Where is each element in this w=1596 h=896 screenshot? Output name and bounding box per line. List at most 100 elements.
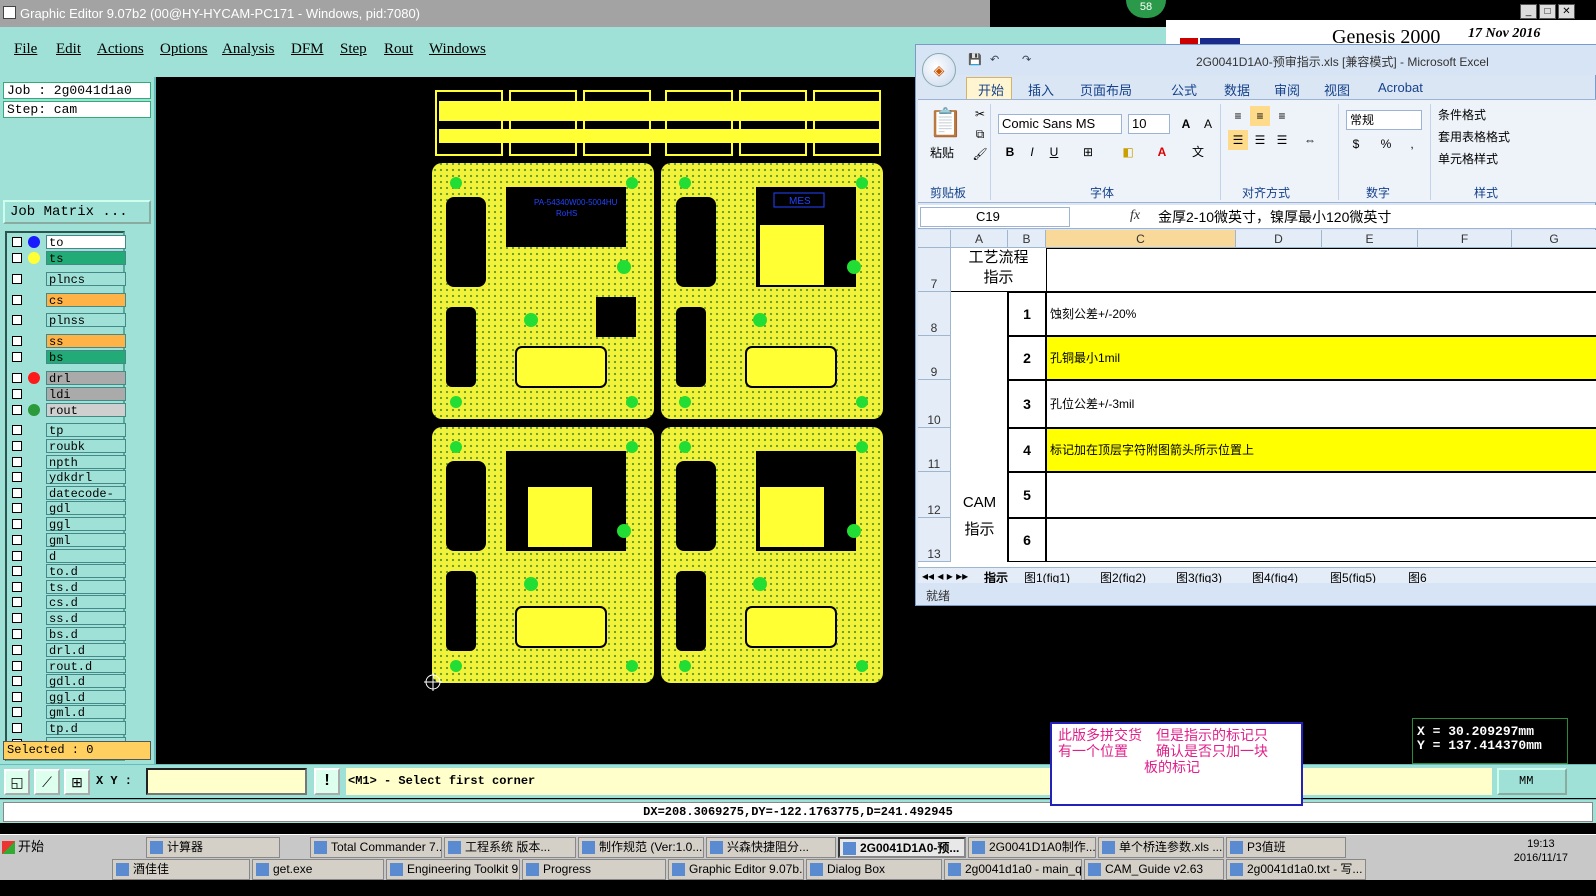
layer-name[interactable]: plnss <box>46 313 126 328</box>
layer-checkbox[interactable] <box>12 315 22 325</box>
grow-font-icon[interactable]: A <box>1176 114 1196 134</box>
layer-color-icon[interactable] <box>28 372 40 384</box>
taskbar-button[interactable]: Progress <box>522 859 666 880</box>
layer-row[interactable]: bs.d <box>10 627 126 642</box>
layer-row[interactable]: ts <box>10 251 126 266</box>
layer-checkbox[interactable] <box>12 723 22 733</box>
ribbon-tab[interactable]: 审阅 <box>1274 80 1300 99</box>
spreadsheet-grid[interactable]: A B C D E F G 7 8 1 蚀刻公差+/-20% 9 2 孔铜最小1mil 10 3 孔位公差+/-… <box>918 230 1596 570</box>
font-color-icon[interactable]: A <box>1152 142 1172 162</box>
layer-name[interactable]: ts.d <box>46 580 126 595</box>
layer-name[interactable]: cs.d <box>46 595 126 610</box>
taskbar-button[interactable]: 制作规范 (Ver:1.0... <box>578 837 704 858</box>
column-header[interactable]: A <box>951 230 1008 248</box>
cell-item-number[interactable]: 6 <box>1008 518 1046 562</box>
layer-checkbox[interactable] <box>12 253 22 263</box>
layer-checkbox[interactable] <box>12 274 22 284</box>
start-button[interactable]: 开始 <box>0 837 45 859</box>
taskbar-button[interactable]: get.exe <box>252 859 384 880</box>
clock[interactable]: 19:13 2016/11/17 <box>1514 837 1568 865</box>
layer-checkbox[interactable] <box>12 336 22 346</box>
column-header[interactable]: F <box>1418 230 1512 248</box>
undo-icon[interactable]: ↶ <box>990 53 1004 67</box>
layer-row[interactable]: plncs <box>10 272 126 287</box>
paste-icon[interactable]: 📋 <box>928 106 963 139</box>
bold-icon[interactable]: B <box>1000 142 1020 162</box>
taskbar-button[interactable]: 工程系统 版本... <box>444 837 576 858</box>
column-header[interactable]: G <box>1512 230 1596 248</box>
layer-row[interactable]: ts.d <box>10 580 126 595</box>
layer-row[interactable]: ggl.d <box>10 690 126 705</box>
maximize-button[interactable]: □ <box>1539 4 1556 19</box>
layer-checkbox[interactable] <box>12 441 22 451</box>
select-all-corner[interactable] <box>918 230 951 248</box>
menu-options[interactable]: Options <box>160 41 208 58</box>
align-middle-icon[interactable]: ≡ <box>1250 106 1270 126</box>
layer-name[interactable]: gml.d <box>46 705 126 720</box>
snap-tool-icon[interactable]: ◱ <box>4 769 30 795</box>
taskbar-button[interactable]: 单个桥连参数.xls ... <box>1098 837 1224 858</box>
layer-name[interactable]: ss <box>46 334 126 349</box>
cell-process-value[interactable] <box>1046 248 1596 292</box>
align-right-icon[interactable]: ☰ <box>1272 130 1292 150</box>
layer-color-icon[interactable] <box>28 252 40 264</box>
units-button[interactable]: MM <box>1497 768 1567 795</box>
taskbar-button[interactable]: 2g0041d1a0 - main_qa <box>944 859 1082 880</box>
taskbar-button[interactable]: 酒佳佳 <box>112 859 250 880</box>
ribbon-tab[interactable]: 公式 <box>1171 80 1197 99</box>
layer-row[interactable]: roubk <box>10 439 126 454</box>
layer-name[interactable]: gdl.d <box>46 674 126 689</box>
menu-step[interactable]: Step <box>340 41 367 58</box>
align-left-icon[interactable]: ☰ <box>1228 130 1248 150</box>
redo-icon[interactable]: ↷ <box>1022 53 1036 67</box>
fx-icon[interactable]: fx <box>1130 208 1140 224</box>
layer-name[interactable]: drl.d <box>46 643 126 658</box>
cell-instruction[interactable]: 蚀刻公差+/-20% <box>1046 292 1596 336</box>
menu-actions[interactable]: Actions <box>97 41 144 58</box>
job-matrix-button[interactable]: Job Matrix ... <box>3 200 151 224</box>
sheet-nav-icon[interactable]: ◂◂ ◂ ▸ ▸▸ <box>922 569 968 583</box>
layer-checkbox[interactable] <box>12 457 22 467</box>
cell-instruction[interactable] <box>1046 472 1596 518</box>
taskbar-button[interactable]: Engineering Toolkit 9... <box>386 859 520 880</box>
layer-row[interactable]: gml <box>10 533 126 548</box>
pcb-canvas[interactable]: PA-54340W00-5004HU RoHS MES <box>156 77 916 764</box>
layer-name[interactable]: npth <box>46 455 126 470</box>
layer-checkbox[interactable] <box>12 373 22 383</box>
layer-checkbox[interactable] <box>12 613 22 623</box>
layer-name[interactable]: cs <box>46 293 126 308</box>
taskbar-button[interactable]: 兴森快捷阻分... <box>706 837 836 858</box>
layer-name[interactable]: bs <box>46 350 126 365</box>
layer-checkbox[interactable] <box>12 566 22 576</box>
name-box[interactable]: C19 <box>920 207 1070 227</box>
column-header[interactable]: B <box>1008 230 1046 248</box>
layer-row[interactable]: cs <box>10 293 126 308</box>
formula-input[interactable]: 金厚2-10微英寸，镍厚最小120微英寸 <box>1158 207 1391 227</box>
shrink-font-icon[interactable]: A <box>1198 114 1218 134</box>
number-format-select[interactable]: 常规 <box>1346 110 1422 130</box>
layer-name[interactable]: ydkdrl <box>46 470 126 485</box>
row-header[interactable]: 13 <box>918 518 951 562</box>
xy-input[interactable] <box>146 768 307 795</box>
taskbar-button[interactable]: CAM_Guide v2.63 <box>1084 859 1224 880</box>
layer-name[interactable]: ldi <box>46 387 126 402</box>
menu-analysis[interactable]: Analysis <box>222 41 275 58</box>
menu-rout[interactable]: Rout <box>384 41 413 58</box>
taskbar-button[interactable]: 2G0041D1A0制作... <box>968 837 1096 858</box>
layer-row[interactable]: gdl <box>10 501 126 516</box>
layer-checkbox[interactable] <box>12 472 22 482</box>
layer-color-icon[interactable] <box>28 404 40 416</box>
layer-checkbox[interactable] <box>12 597 22 607</box>
layer-name[interactable]: to.d <box>46 564 126 579</box>
layer-row[interactable]: ldi <box>10 387 126 402</box>
layer-name[interactable]: tp <box>46 423 126 438</box>
cell-instruction[interactable]: 标记加在顶层字符附图箭头所示位置上 <box>1046 428 1596 472</box>
cut-icon[interactable]: ✂ <box>970 104 990 124</box>
ribbon-tab[interactable]: 视图 <box>1324 80 1350 99</box>
taskbar-button[interactable]: Graphic Editor 9.07b... <box>668 859 804 880</box>
layer-row[interactable]: datecode-to <box>10 486 126 515</box>
grid-tool-icon[interactable]: ⊞ <box>64 769 90 795</box>
alert-button[interactable]: ! <box>314 768 340 795</box>
table-format-button[interactable]: 套用表格格式 <box>1438 128 1510 145</box>
row-header[interactable]: 7 <box>918 248 951 292</box>
